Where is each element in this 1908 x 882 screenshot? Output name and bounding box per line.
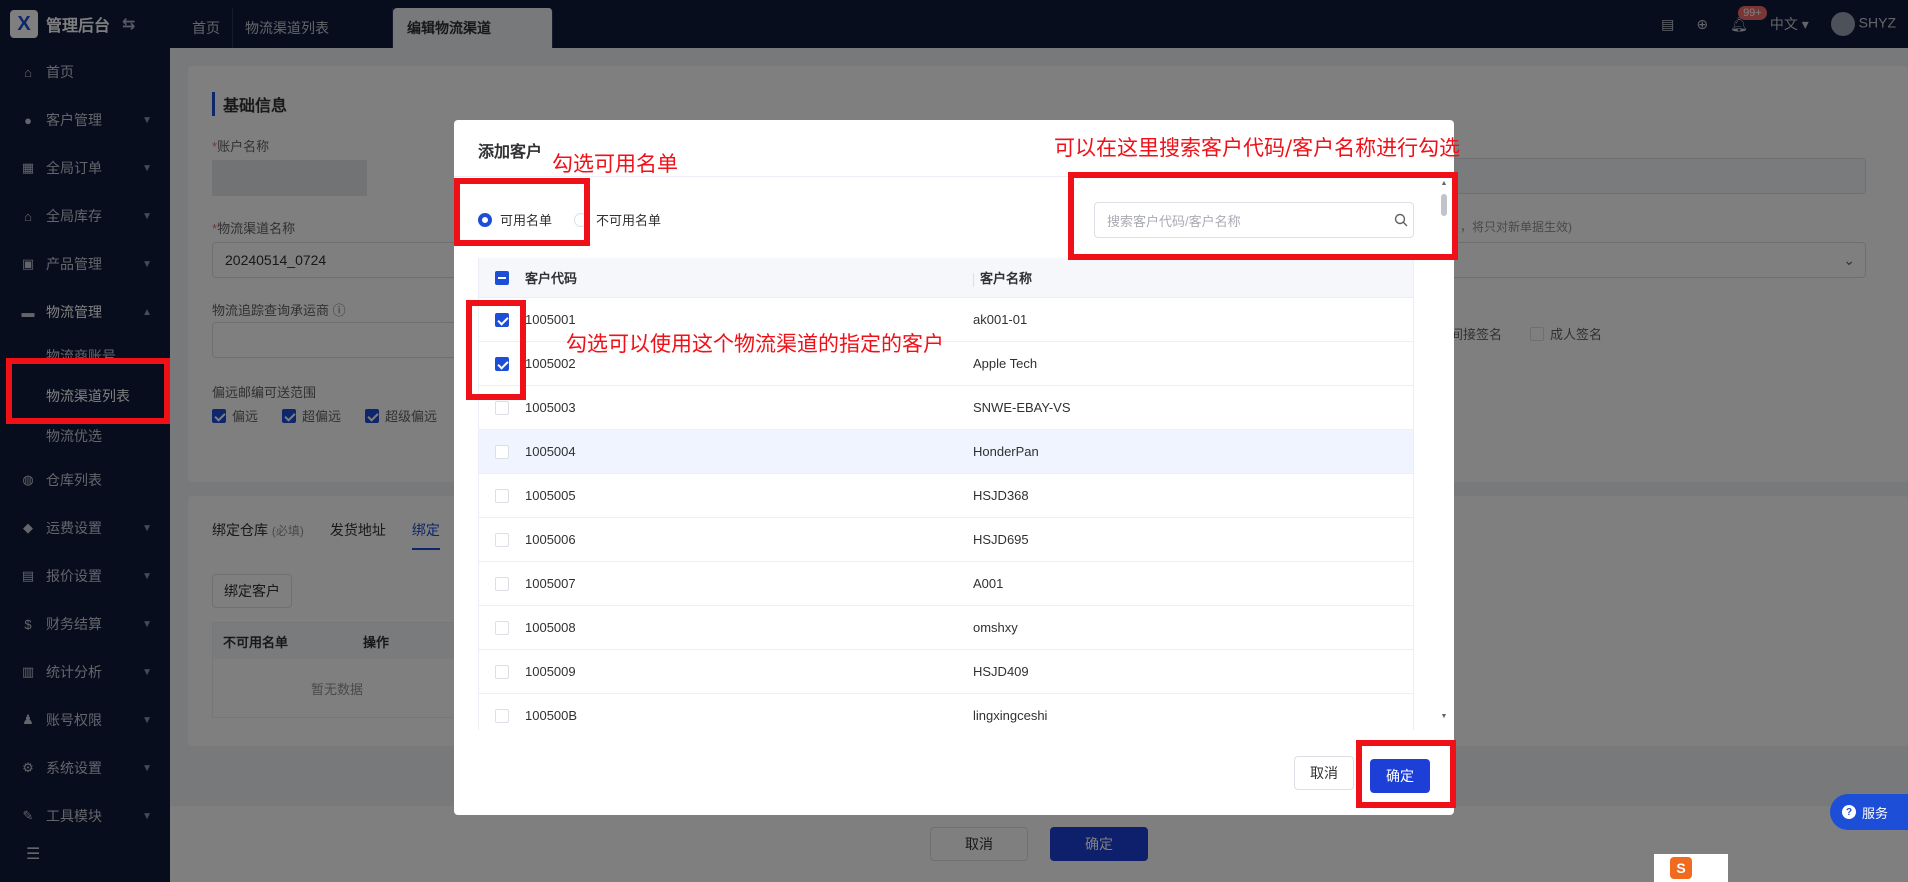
customer-code: 1005003 [525, 400, 576, 415]
row-checkbox[interactable] [495, 400, 509, 415]
table-row[interactable]: 1005005 HSJD368 [479, 474, 1413, 518]
ime-toolbar[interactable]: S [1654, 854, 1728, 882]
table-row[interactable]: 100500B lingxingceshi [479, 694, 1413, 730]
customer-name: HSJD368 [973, 488, 1029, 503]
row-checkbox[interactable] [495, 620, 509, 635]
radio-unavailable-label: 不可用名单 [596, 213, 662, 228]
customer-code: 1005006 [525, 532, 576, 547]
customer-name: ak001-01 [973, 312, 1028, 327]
annotation-box-confirm [1356, 740, 1456, 808]
customer-name: HonderPan [973, 444, 1039, 459]
table-row[interactable]: 1005007 A001 [479, 562, 1413, 606]
row-checkbox[interactable] [495, 444, 509, 459]
annotation-box-channel-list [6, 358, 170, 424]
annotation-box-available-radio [454, 178, 590, 246]
row-checkbox[interactable] [495, 664, 509, 679]
dialog-title: 添加客户 [478, 144, 543, 161]
row-checkbox[interactable] [495, 532, 509, 547]
table-row[interactable]: 1005009 HSJD409 [479, 650, 1413, 694]
customer-name: Apple Tech [973, 356, 1038, 371]
question-icon: ? [1842, 805, 1856, 819]
table-row[interactable]: 1005003 SNWE-EBAY-VS [479, 386, 1413, 430]
customer-name: HSJD695 [973, 532, 1029, 547]
customer-name: HSJD409 [973, 664, 1029, 679]
annotation-customer-hint: 勾选可以使用这个物流渠道的指定的客户 [566, 332, 944, 356]
customer-name: lingxingceshi [973, 708, 1048, 723]
table-scrollbar[interactable]: ▲ ▼ [1440, 180, 1448, 720]
customer-code: 1005007 [525, 576, 576, 591]
help-service-button[interactable]: ? 服务 [1830, 794, 1908, 830]
customer-name: omshxy [973, 620, 1018, 635]
customer-name: A001 [973, 576, 1004, 591]
customer-code: 1005001 [525, 312, 576, 327]
help-label: 服务 [1862, 805, 1889, 821]
annotation-select-available: 勾选可用名单 [552, 152, 678, 176]
customer-code: 100500B [525, 708, 578, 723]
dialog-cancel-button[interactable]: 取消 [1294, 756, 1354, 790]
customer-code: 1005005 [525, 488, 576, 503]
row-checkbox[interactable] [495, 488, 509, 503]
row-checkbox[interactable] [495, 708, 509, 723]
customer-code: 1005002 [525, 356, 576, 371]
col-customer-code: 客户代码 [525, 271, 578, 286]
table-header: 客户代码 客户名称 [479, 258, 1413, 298]
scroll-down-icon[interactable]: ▼ [1440, 713, 1448, 720]
select-all-checkbox[interactable] [495, 270, 509, 285]
col-customer-name: 客户名称 [973, 268, 1413, 287]
customer-code: 1005008 [525, 620, 576, 635]
annotation-box-checkboxes [466, 300, 526, 400]
table-row[interactable]: 1005004 HonderPan [479, 430, 1413, 474]
customer-code: 1005009 [525, 664, 576, 679]
ime-logo-icon: S [1670, 857, 1692, 879]
customer-code: 1005004 [525, 444, 576, 459]
table-row[interactable]: 1005006 HSJD695 [479, 518, 1413, 562]
row-checkbox[interactable] [495, 576, 509, 591]
table-row[interactable]: 1005008 omshxy [479, 606, 1413, 650]
customer-name: SNWE-EBAY-VS [973, 400, 1071, 415]
annotation-box-search [1068, 172, 1458, 260]
annotation-search-hint: 可以在这里搜索客户代码/客户名称进行勾选 [1054, 136, 1461, 160]
